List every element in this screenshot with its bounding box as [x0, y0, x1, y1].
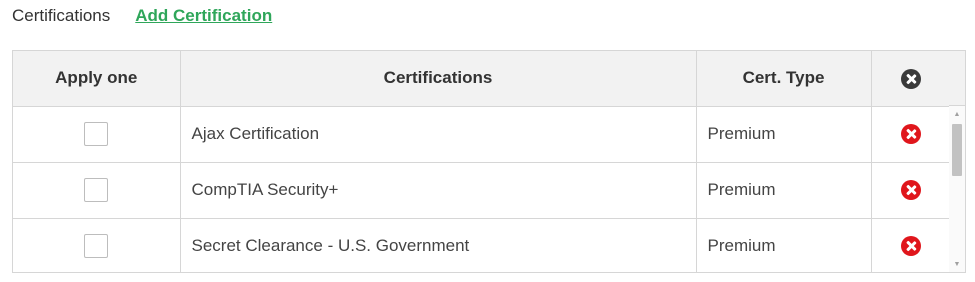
apply-cell	[13, 218, 181, 272]
vertical-scrollbar[interactable]: ▲ ▼	[949, 106, 965, 272]
certification-type: Premium	[696, 162, 872, 219]
column-header-certifications: Certifications	[180, 51, 697, 107]
table-row: CompTIA Security+ Premium	[13, 162, 951, 219]
table-row: Ajax Certification Premium	[13, 106, 951, 163]
certifications-header: Certifications Add Certification	[12, 4, 272, 28]
add-certification-link[interactable]: Add Certification	[135, 6, 272, 26]
delete-icon[interactable]	[900, 180, 921, 201]
column-header-cert-type: Cert. Type	[696, 51, 872, 107]
delete-cell	[871, 106, 951, 163]
delete-icon[interactable]	[900, 236, 921, 257]
scrollbar-thumb[interactable]	[952, 124, 962, 176]
certification-type: Premium	[696, 218, 872, 272]
apply-checkbox[interactable]	[84, 234, 109, 258]
apply-checkbox[interactable]	[84, 178, 109, 202]
certification-name: Ajax Certification	[180, 106, 697, 163]
apply-cell	[13, 162, 181, 219]
close-circle-dark-icon[interactable]	[900, 68, 921, 89]
table-header-row: Apply one Certifications Cert. Type	[13, 51, 951, 107]
table-row: Secret Clearance - U.S. Government Premi…	[13, 218, 951, 272]
certification-type: Premium	[696, 106, 872, 163]
certifications-table-container: Apply one Certifications Cert. Type Ajax…	[12, 50, 966, 273]
apply-checkbox[interactable]	[84, 122, 109, 146]
scroll-up-arrow-icon[interactable]: ▲	[949, 108, 965, 122]
scrollbar-header-spacer	[949, 51, 965, 106]
apply-cell	[13, 106, 181, 163]
certifications-table: Apply one Certifications Cert. Type Ajax…	[13, 51, 951, 272]
column-header-clear	[871, 51, 951, 107]
scroll-down-arrow-icon[interactable]: ▼	[949, 258, 965, 272]
delete-cell	[871, 162, 951, 219]
section-title: Certifications	[12, 6, 111, 25]
delete-cell	[871, 218, 951, 272]
column-header-apply: Apply one	[13, 51, 181, 107]
delete-icon[interactable]	[900, 124, 921, 145]
certification-name: Secret Clearance - U.S. Government	[180, 218, 697, 272]
certification-name: CompTIA Security+	[180, 162, 697, 219]
